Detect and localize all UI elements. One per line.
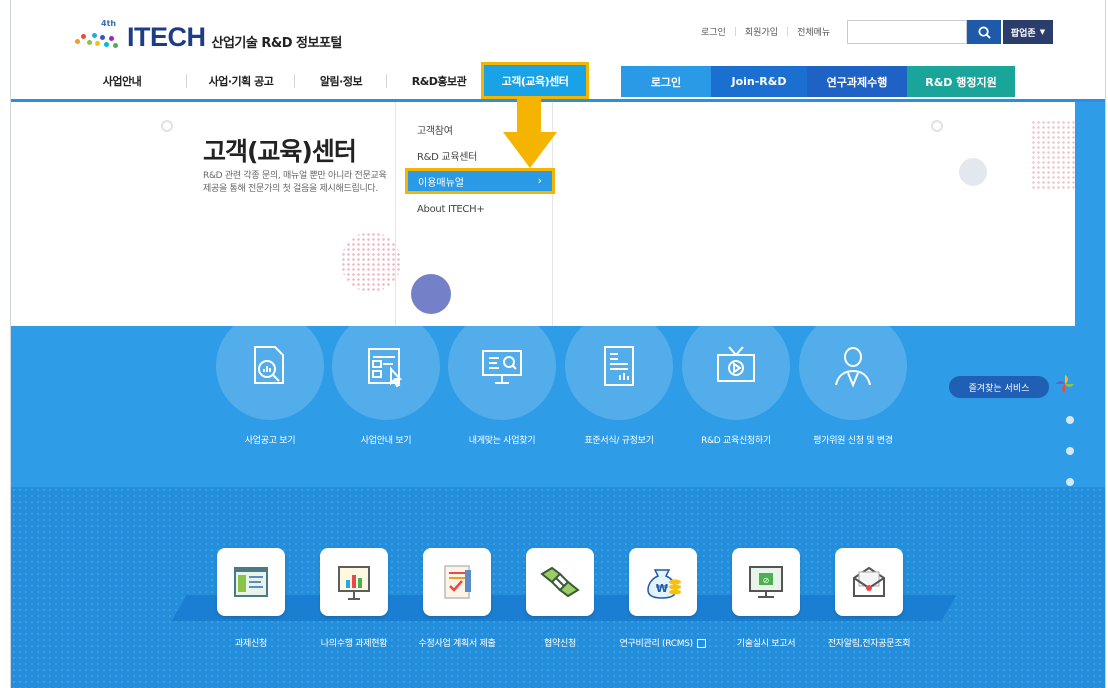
- search-button[interactable]: [967, 20, 1001, 44]
- monitor-search-icon: [482, 350, 522, 384]
- utility-links: 로그인 | 회원가입 | 전체메뉴: [693, 25, 838, 39]
- task-revised-plan-button[interactable]: [423, 548, 491, 616]
- pinwheel-icon: [1056, 375, 1074, 393]
- task-status-button[interactable]: [320, 548, 388, 616]
- svg-text:₩: ₩: [656, 582, 668, 595]
- login-link[interactable]: 로그인: [693, 25, 734, 38]
- monitor-report-icon: ⊘: [749, 566, 783, 598]
- deco-circle: [931, 120, 943, 132]
- all-menu-link[interactable]: 전체메뉴: [789, 25, 838, 38]
- task-apply-button[interactable]: [217, 548, 285, 616]
- chevron-right-icon: ›: [537, 174, 542, 187]
- divider: [395, 102, 396, 326]
- search-input[interactable]: [847, 20, 967, 44]
- search-document-icon: [254, 346, 284, 384]
- signup-link[interactable]: 회원가입: [737, 25, 786, 38]
- submenu-customer-participation[interactable]: 고객참여: [417, 122, 453, 137]
- nav-item-business[interactable]: 사업안내: [57, 62, 187, 99]
- nav-login[interactable]: 로그인: [621, 66, 711, 97]
- task-electronic-notice-button[interactable]: [835, 548, 903, 616]
- service-education-button[interactable]: [682, 312, 790, 420]
- window-form-icon: [234, 567, 268, 597]
- deco-circle: [959, 158, 987, 186]
- nav-item-announcement[interactable]: 사업·기획 공고: [187, 62, 295, 99]
- logo-subtitle: 산업기술 R&D 정보포털: [211, 36, 343, 51]
- favorite-services-button[interactable]: 즐겨찾는 서비스: [949, 376, 1049, 398]
- service-label: 평가위원 신청 및 변경: [813, 436, 893, 446]
- popup-zone-button[interactable]: 팝업존 ▼: [1003, 20, 1053, 44]
- main-nav: 사업안내 사업·기획 공고 알림·정보 R&D홍보관 고객(교육)센터 로그인 …: [11, 62, 1105, 102]
- money-bag-icon: ₩: [647, 569, 681, 599]
- top-bar: 4th ITECH 산업기술 R&D 정보포털 로그인 | 회원가입 | 전체메…: [11, 0, 1105, 62]
- rcms-label: 연구비관리 (RCMS): [619, 639, 694, 649]
- board-chart-icon: [338, 566, 370, 600]
- submenu-user-manual[interactable]: 이용매뉴얼 ›: [405, 168, 555, 194]
- submenu-user-manual-label: 이용매뉴얼: [418, 177, 464, 189]
- deco-circle: [161, 120, 173, 132]
- form-document-icon: [604, 346, 634, 386]
- logo-dots-icon: 4th: [73, 19, 125, 51]
- person-icon: [835, 347, 871, 388]
- pager-dot[interactable]: [1066, 447, 1074, 455]
- submenu-rnd-education[interactable]: R&D 교육센터: [417, 148, 477, 163]
- popup-label: 팝업존: [1010, 28, 1036, 39]
- checklist-icon: [444, 565, 471, 599]
- chevron-down-icon: ▼: [1039, 28, 1046, 36]
- task-rcms-button[interactable]: ₩: [629, 548, 697, 616]
- deco-circle: [411, 274, 451, 314]
- task-label: 전자알림,전자공문조회: [827, 639, 911, 649]
- logo-badge: 4th: [101, 18, 117, 28]
- pointer-arrow-icon: [503, 98, 557, 168]
- logo-brand: ITECH: [127, 22, 206, 52]
- envelope-icon: [853, 566, 885, 597]
- logo[interactable]: 4th ITECH 산업기술 R&D 정보포털: [73, 19, 343, 53]
- nav-item-customer-center[interactable]: 고객(교육)센터: [481, 62, 589, 99]
- handshake-icon: [540, 566, 580, 598]
- nav-join-rnd[interactable]: Join-R&D: [711, 66, 807, 97]
- tv-play-icon: [717, 346, 755, 382]
- nav-research-task[interactable]: 연구과제수행: [807, 66, 907, 97]
- pager-dot[interactable]: [1066, 416, 1074, 424]
- task-agreement-button[interactable]: [526, 548, 594, 616]
- submenu-about-itech[interactable]: About ITECH+: [417, 204, 485, 215]
- service-forms-button[interactable]: [565, 312, 673, 420]
- nav-item-pr[interactable]: R&D홍보관: [387, 62, 491, 99]
- search-icon: [977, 25, 991, 39]
- service-evaluator-button[interactable]: [799, 312, 907, 420]
- nav-rnd-admin[interactable]: R&D 행정지원: [907, 66, 1015, 97]
- deco-dots: [1031, 120, 1075, 190]
- click-document-icon: [368, 348, 403, 388]
- task-report-button[interactable]: ⊘: [732, 548, 800, 616]
- page-frame: 4th ITECH 산업기술 R&D 정보포털 로그인 | 회원가입 | 전체메…: [10, 0, 1106, 688]
- nav-item-info[interactable]: 알림·정보: [295, 62, 387, 99]
- mega-menu-title: 고객(교육)센터: [203, 137, 357, 166]
- svg-text:⊘: ⊘: [763, 576, 770, 585]
- service-guide-button[interactable]: [332, 312, 440, 420]
- service-notice-button[interactable]: [216, 312, 324, 420]
- deco-dots: [341, 232, 401, 292]
- service-find-button[interactable]: [448, 312, 556, 420]
- mega-menu-description: R&D 관련 각종 문의, 매뉴얼 뿐만 아니라 전문교육 제공을 통해 전문가…: [203, 171, 387, 194]
- pager-dot[interactable]: [1066, 478, 1074, 486]
